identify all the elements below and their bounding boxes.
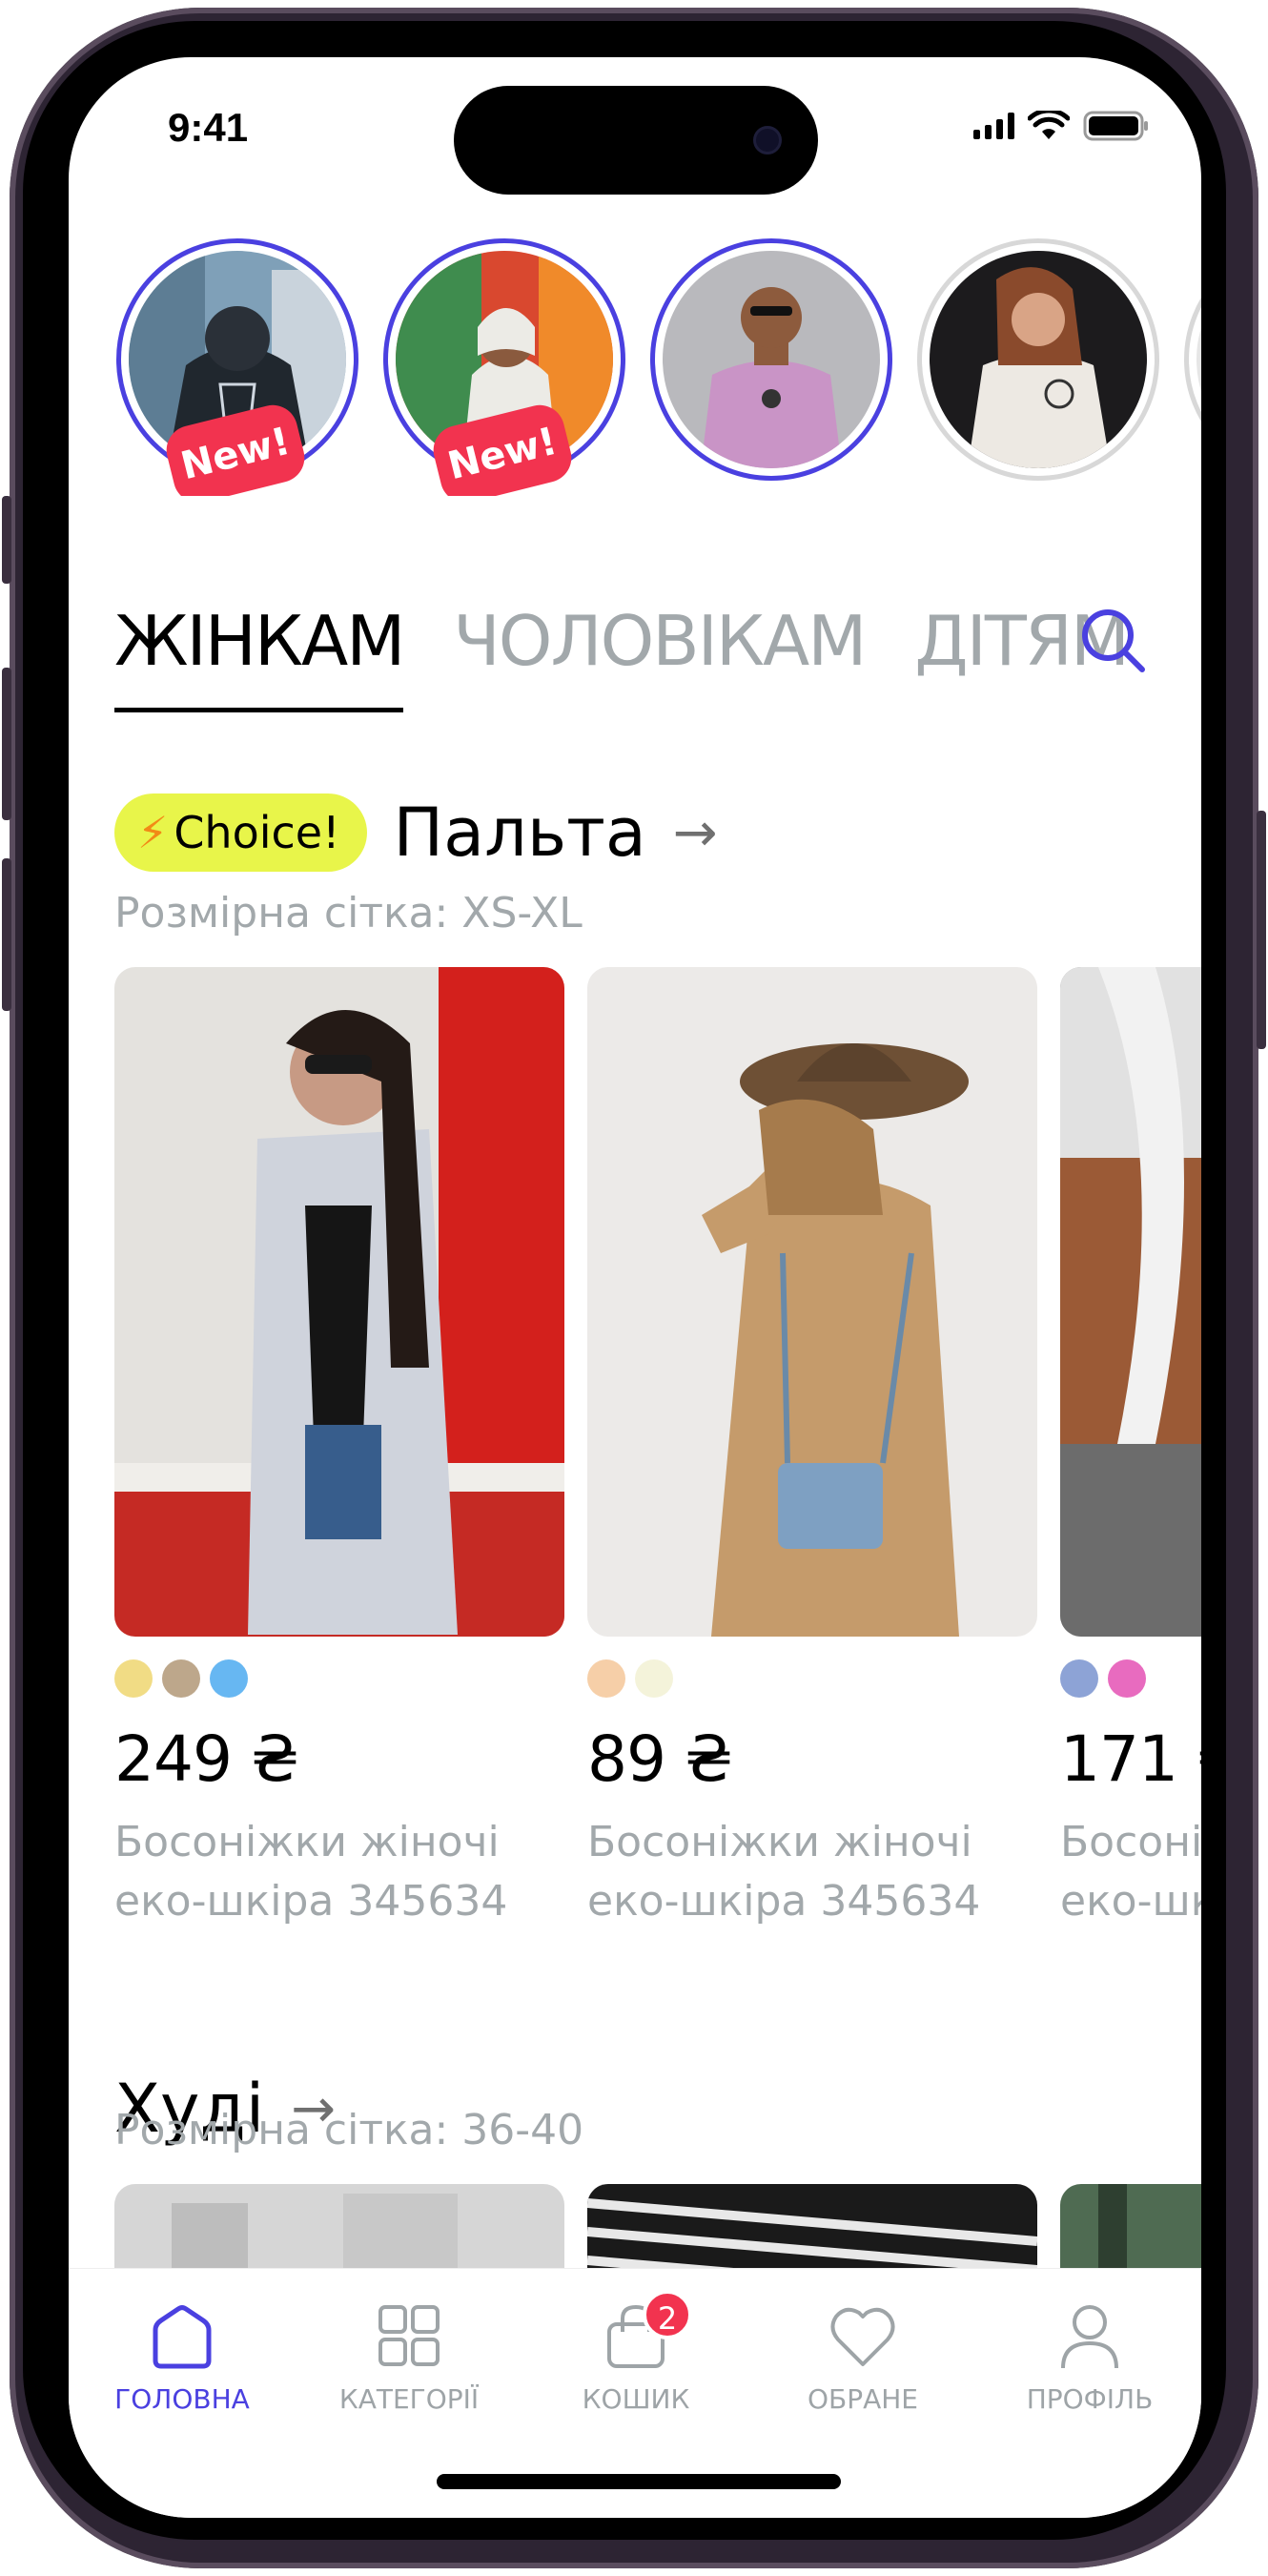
nav-favorites[interactable]: ОБРАНЕ [749,2303,976,2415]
volume-up-button [2,668,11,820]
product-name: Босоніжки жіночі еко-шкіра 345634 [114,1818,508,1926]
choice-label: Choice! [174,807,340,858]
color-swatches [1060,1659,1201,1698]
product-image [114,967,564,1637]
color-swatch[interactable] [114,1659,153,1698]
product-name: Босоніжки жіночі еко-шкіра 345634 [1060,1818,1201,1926]
color-swatches [114,1659,564,1698]
color-swatch[interactable] [162,1659,200,1698]
dynamic-island [454,86,818,195]
nav-label: КОШИК [582,2383,690,2415]
section-title: Пальта [393,793,646,872]
story-item[interactable] [917,238,1159,481]
heart-icon [830,2307,895,2366]
size-grid-label: Розмірна сітка: XS-XL [114,889,583,938]
tab-women[interactable]: ЖІНКАМ [114,601,405,712]
color-swatch[interactable] [635,1659,673,1698]
product-card[interactable]: 89 ₴ Босоніжки жіночі еко-шкіра 345634 [587,967,1037,1931]
product-card[interactable]: 249 ₴ Босоніжки жіночі еко-шкіра 345634 [114,967,564,1931]
app-screen: 9:41 New! New! ЖІНКАМ ЧОЛОВІКАМ ДІТЯМ ⚡ … [69,57,1201,2518]
cart-count-badge: 2 [643,2290,692,2339]
mute-switch [2,496,11,584]
tab-men[interactable]: ЧОЛОВІКАМ [453,601,867,712]
volume-down-button [2,858,11,1011]
size-grid-label: Розмірна сітка: 36-40 [114,2106,584,2154]
product-price: 249 ₴ [114,1722,299,1796]
home-indicator [437,2474,841,2489]
color-swatch[interactable] [587,1659,625,1698]
power-button [1257,811,1266,1049]
nav-categories[interactable]: КАТЕГОРІЇ [296,2303,522,2415]
nav-profile[interactable]: ПРОФІЛЬ [976,2303,1201,2415]
nav-cart[interactable]: 2 КОШИК [522,2290,749,2415]
story-image [663,251,880,468]
product-name: Босоніжки жіночі еко-шкіра 345634 [587,1818,981,1926]
lightning-icon: ⚡ [137,807,169,858]
camera-icon [753,126,782,155]
wifi-icon [1028,111,1070,139]
color-swatches [587,1659,1037,1698]
home-icon [153,2305,212,2369]
status-time: 9:41 [168,105,249,150]
product-card[interactable]: 171 ₴ Босоніжки жіночі еко-шкіра 345634 [1060,967,1201,1931]
nav-label: ОБРАНЕ [807,2383,919,2415]
story-image [930,251,1147,468]
stories-row: New! New! [116,238,1201,496]
product-price: 89 ₴ [587,1722,733,1796]
product-image [1060,967,1201,1637]
story-item[interactable] [650,238,892,481]
story-item[interactable]: New! [383,238,625,496]
search-icon[interactable] [1075,603,1152,679]
story-image [1196,251,1201,468]
arrow-right-icon[interactable]: → [673,802,718,864]
user-icon [1061,2305,1118,2369]
battery-icon [1083,111,1148,141]
status-icons [973,111,1150,141]
nav-label: КАТЕГОРІЇ [338,2383,480,2415]
choice-badge: ⚡ Choice! [114,793,367,872]
product-image [587,967,1037,1637]
nav-label: ПРОФІЛЬ [1026,2383,1154,2415]
color-swatch[interactable] [1060,1659,1098,1698]
nav-label: ГОЛОВНА [114,2383,250,2415]
color-swatch[interactable] [1108,1659,1146,1698]
grid-icon [378,2305,440,2366]
product-carousel: 249 ₴ Босоніжки жіночі еко-шкіра 345634 [114,967,1201,2016]
cellular-signal-icon [973,113,1014,139]
section-header[interactable]: ⚡ Choice! Пальта → [114,793,718,872]
nav-home[interactable]: ГОЛОВНА [69,2303,296,2415]
color-swatch[interactable] [210,1659,248,1698]
product-price: 171 ₴ [1060,1722,1201,1796]
story-item[interactable]: New! [116,238,358,496]
category-tabs: ЖІНКАМ ЧОЛОВІКАМ ДІТЯМ [114,601,1130,712]
story-item[interactable] [1184,238,1201,481]
